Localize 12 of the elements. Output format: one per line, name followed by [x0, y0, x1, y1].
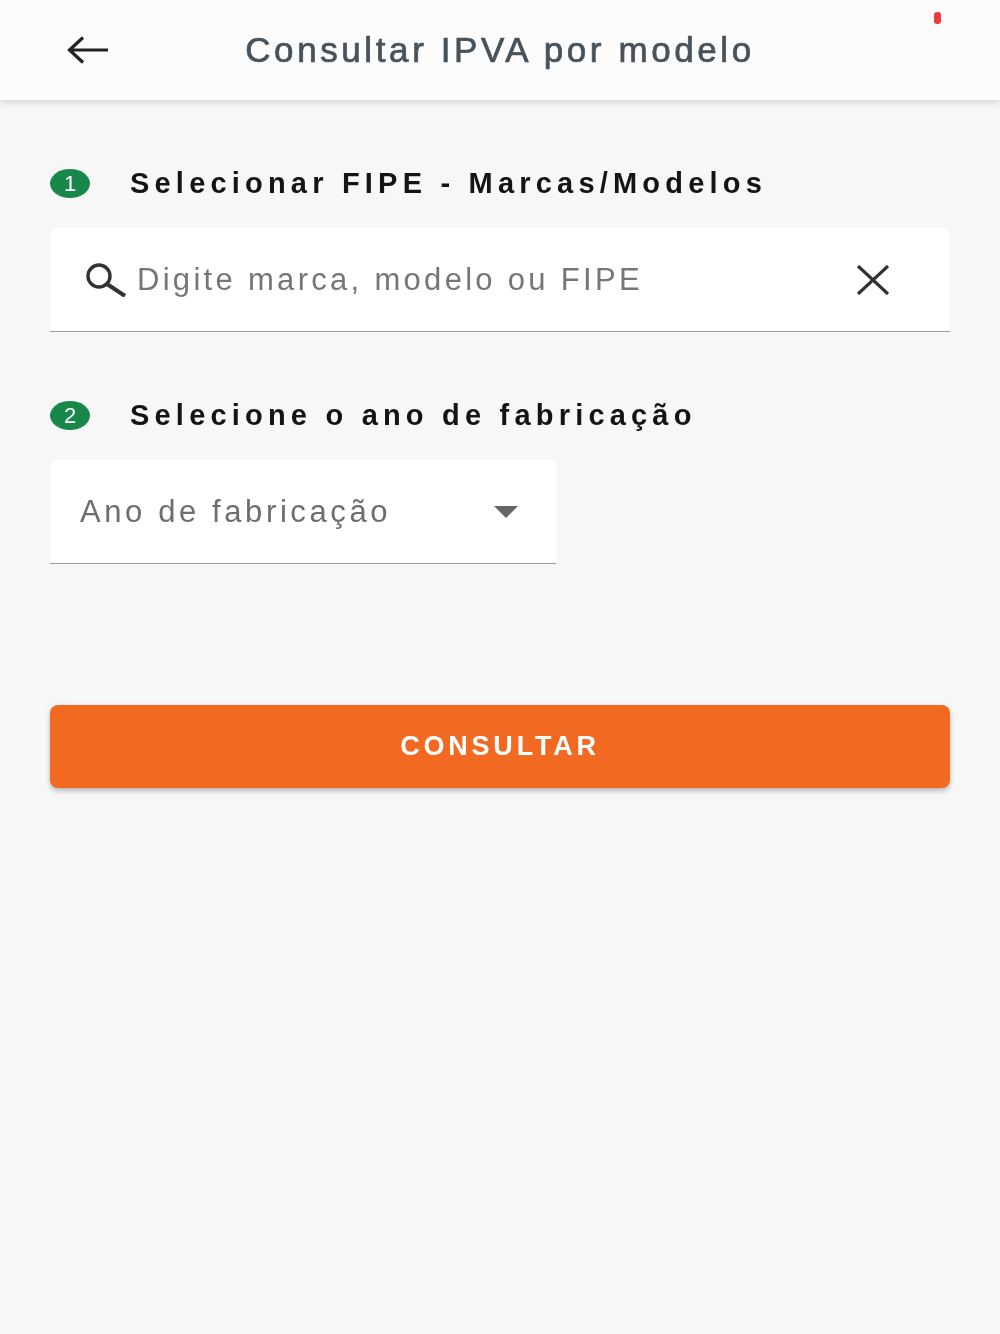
step-label: Selecione o ano de fabricação [130, 400, 697, 430]
caret-icon [494, 505, 518, 518]
step-label: Selecionar FIPE - Marcas/Modelos [130, 168, 767, 198]
search-icon [85, 262, 127, 297]
submit-button[interactable]: CONSULTAR [50, 705, 950, 788]
close-icon[interactable] [856, 264, 890, 295]
step-number: 1 [50, 168, 90, 198]
step-number: 2 [50, 400, 90, 430]
year-dropdown[interactable]: Ano de fabricação [50, 460, 556, 564]
back-arrow-icon[interactable] [67, 36, 109, 64]
search-field[interactable]: Digite marca, modelo ou FIPE [50, 228, 950, 332]
page-title: Consultar IPVA por modelo [245, 30, 755, 70]
